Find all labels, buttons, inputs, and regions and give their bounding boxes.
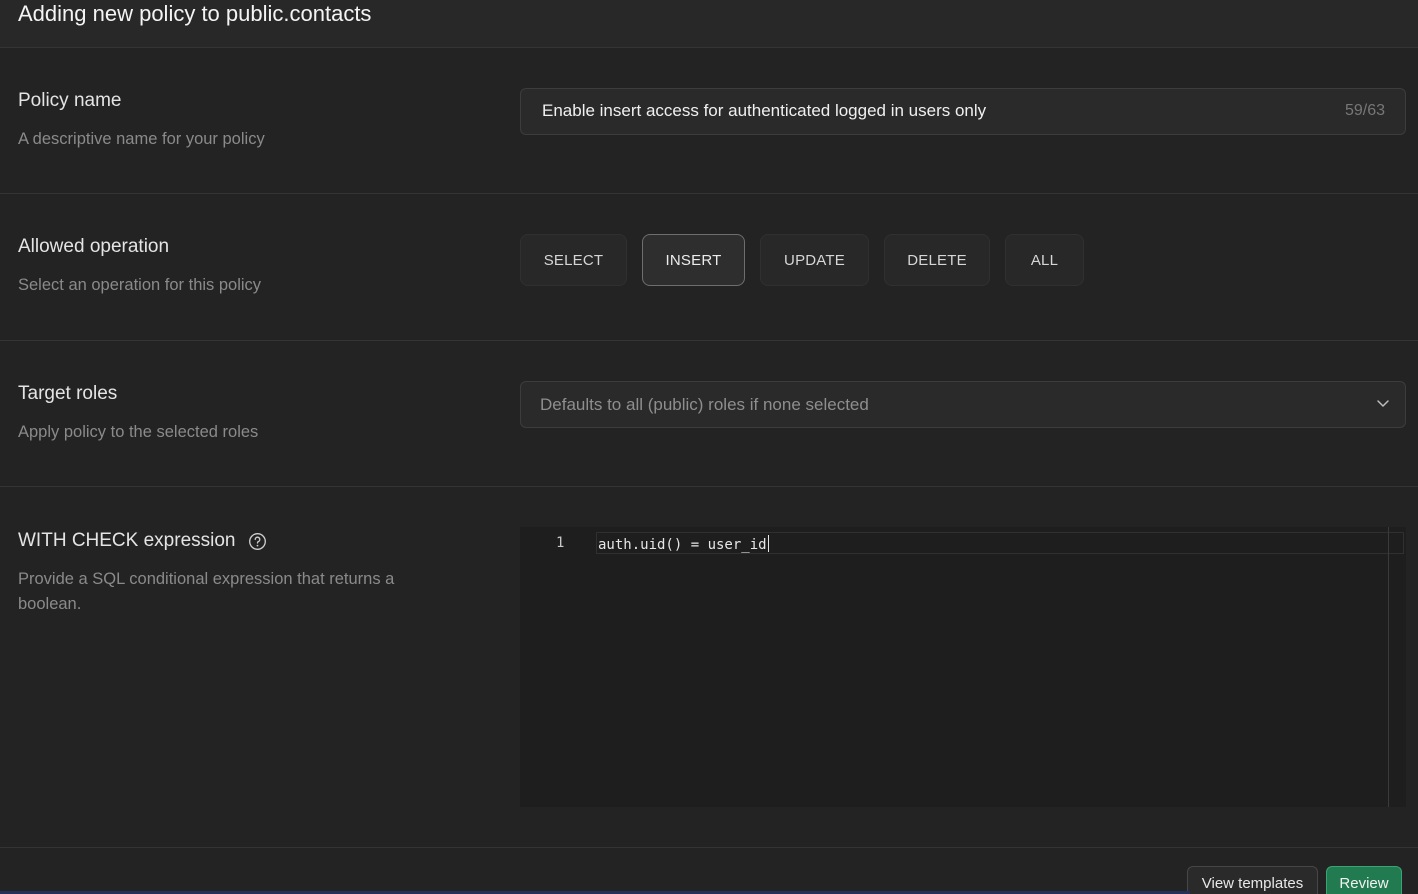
with-check-title: WITH CHECK expression (18, 530, 236, 551)
policy-name-description: A descriptive name for your policy (18, 130, 265, 148)
operation-update-button[interactable]: UPDATE (760, 234, 869, 286)
target-roles-dropdown[interactable]: Defaults to all (public) roles if none s… (520, 381, 1406, 428)
operation-select-button[interactable]: SELECT (520, 234, 627, 286)
panel-header: Adding new policy to public.contacts (0, 0, 1418, 48)
policy-name-section: Policy name A descriptive name for your … (0, 48, 1418, 194)
allowed-operation-label: Allowed operation (18, 236, 170, 257)
view-templates-button[interactable]: View templates (1187, 866, 1318, 894)
operation-all-button[interactable]: ALL (1005, 234, 1084, 286)
code-line: auth.uid() = user_id (598, 535, 769, 553)
operation-delete-button[interactable]: DELETE (884, 234, 990, 286)
review-button[interactable]: Review (1326, 866, 1402, 894)
allowed-operation-description: Select an operation for this policy (18, 276, 262, 294)
target-roles-placeholder: Defaults to all (public) roles if none s… (540, 395, 869, 414)
page-title: Adding new policy to public.contacts (18, 1, 372, 26)
sql-code-editor[interactable]: 1 auth.uid() = user_id (520, 527, 1406, 807)
with-check-label: WITH CHECK expression (18, 530, 267, 552)
code-text: auth.uid() = user_id (598, 537, 767, 553)
policy-name-value: Enable insert access for authenticated l… (542, 101, 987, 120)
policy-name-input[interactable]: Enable insert access for authenticated l… (520, 88, 1406, 135)
character-counter: 59/63 (1344, 102, 1385, 119)
with-check-description: Provide a SQL conditional expression tha… (18, 570, 395, 613)
target-roles-description: Apply policy to the selected roles (18, 423, 259, 441)
text-cursor (767, 535, 769, 552)
chevron-down-icon (1377, 400, 1389, 407)
target-roles-label: Target roles (18, 383, 118, 404)
line-number: 1 (556, 535, 565, 551)
footer-divider (0, 847, 1418, 848)
help-icon[interactable] (248, 532, 267, 551)
policy-name-label: Policy name (18, 90, 122, 111)
operation-insert-button[interactable]: INSERT (642, 234, 745, 286)
editor-scrollbar[interactable] (1388, 527, 1389, 807)
